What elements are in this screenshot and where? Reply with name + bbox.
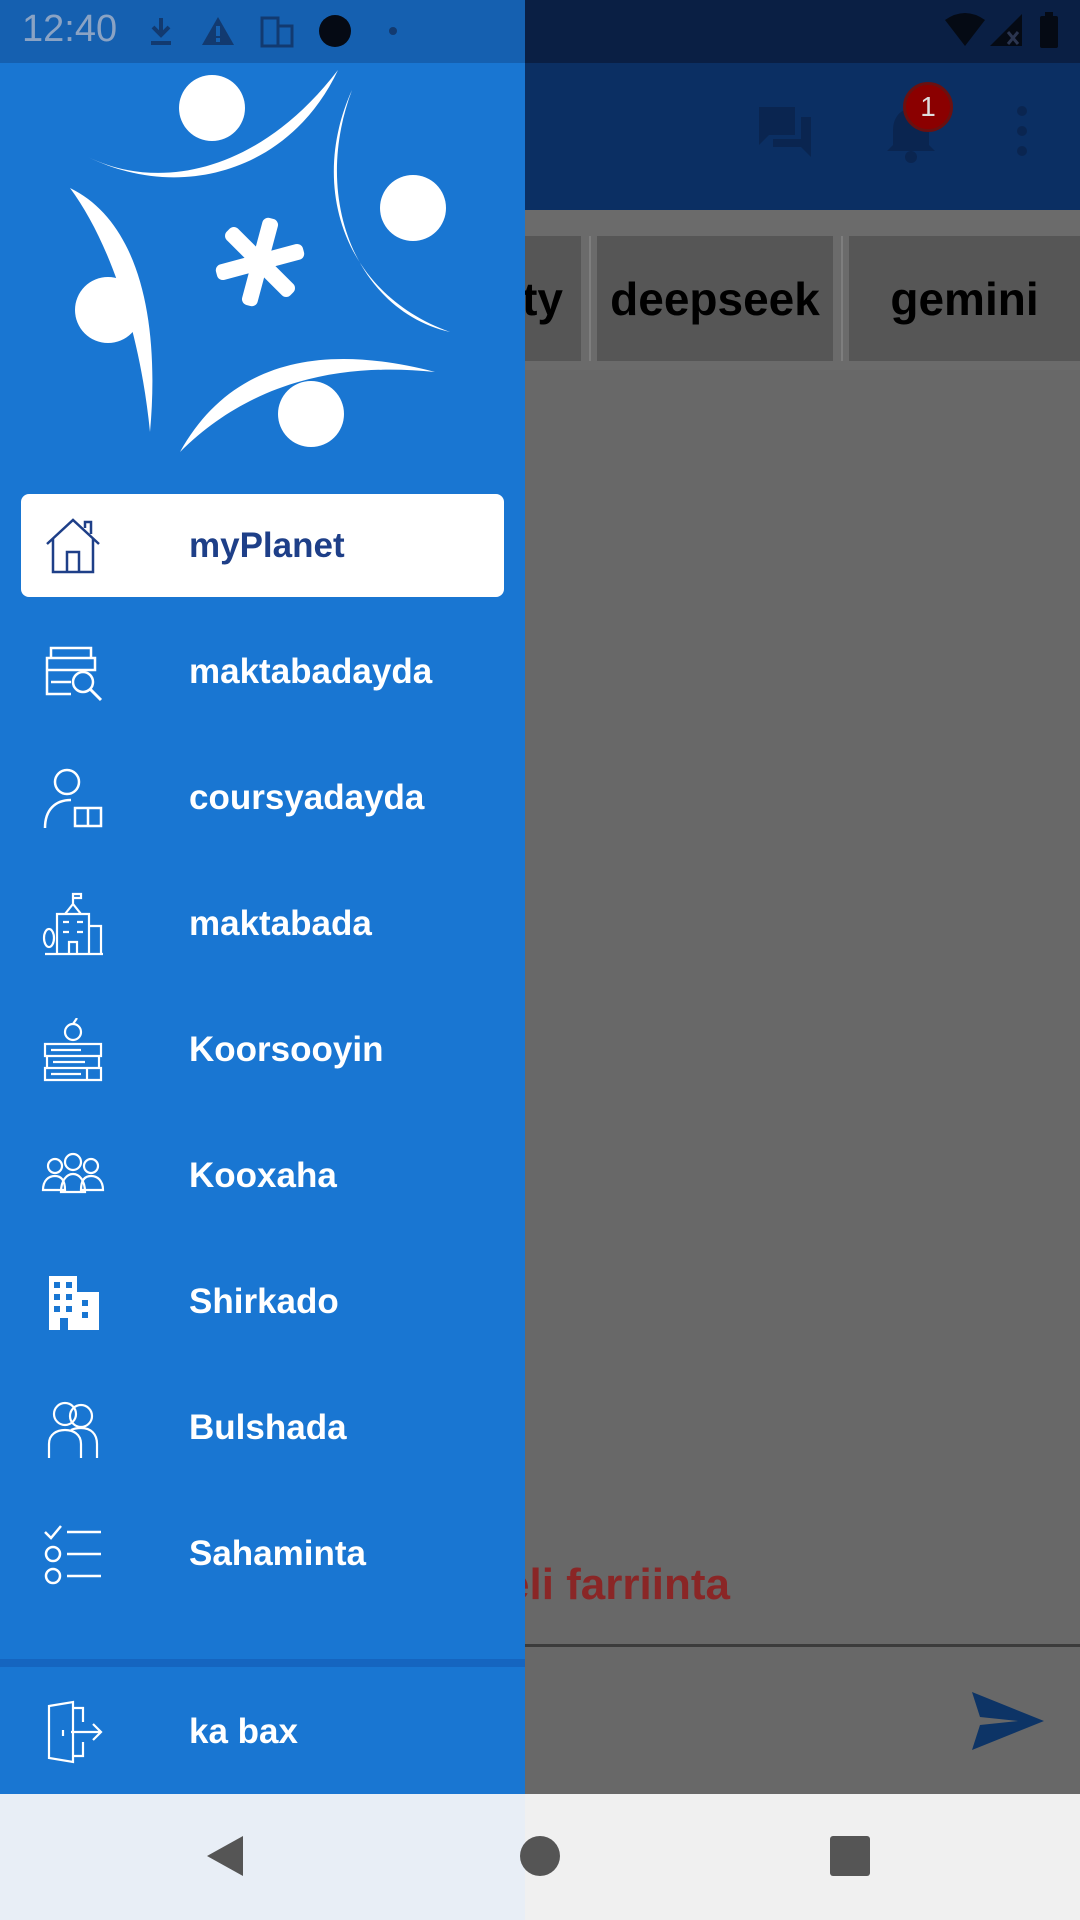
send-icon[interactable] xyxy=(970,1690,1046,1752)
battery-icon xyxy=(1040,12,1058,48)
menu-item-maktabada[interactable]: maktabada xyxy=(21,872,504,975)
menu-label: maktabadayda xyxy=(189,651,433,691)
menu-item-koorsooyin[interactable]: Koorsooyin xyxy=(21,998,504,1101)
download-icon xyxy=(151,18,171,45)
school-building-icon xyxy=(42,892,103,956)
signal-icon xyxy=(990,14,1022,46)
menu-label: coursyadayda xyxy=(189,777,425,817)
menu-label: maktabada xyxy=(189,903,372,943)
survey-checklist-icon xyxy=(44,1525,101,1585)
team-icon xyxy=(41,1152,105,1194)
community-icon xyxy=(47,1401,99,1458)
books-apple-icon xyxy=(43,1018,103,1082)
logout-icon xyxy=(47,1700,103,1764)
library-search-icon xyxy=(45,646,103,702)
menu-label: Sahaminta xyxy=(189,1533,366,1573)
more-vertical-icon[interactable] xyxy=(1010,105,1034,157)
tab-divider xyxy=(589,236,591,361)
wifi-icon xyxy=(945,13,985,46)
logout-button[interactable]: ka bax xyxy=(21,1680,504,1783)
menu-item-shirkado[interactable]: Shirkado xyxy=(21,1250,504,1353)
system-nav-bar xyxy=(0,1794,1080,1920)
menu-item-myplanet[interactable]: myPlanet xyxy=(21,494,504,597)
menu-label: Kooxaha xyxy=(189,1155,337,1195)
home-icon xyxy=(46,518,100,574)
menu-label: Bulshada xyxy=(189,1407,347,1447)
nav-bar-drawer-region xyxy=(0,1794,525,1920)
logout-label: ka bax xyxy=(189,1711,298,1751)
status-time: 12:40 xyxy=(22,8,118,50)
ai-tab-gemini[interactable]: gemini xyxy=(849,236,1080,361)
menu-label: Koorsooyin xyxy=(189,1029,384,1069)
menu-label: Shirkado xyxy=(189,1281,339,1321)
back-icon[interactable] xyxy=(205,1834,245,1878)
recents-icon[interactable] xyxy=(830,1836,870,1876)
warning-icon xyxy=(202,17,234,45)
user-book-icon xyxy=(43,768,103,829)
building-status-icon xyxy=(260,16,294,48)
menu-label: myPlanet xyxy=(189,525,345,565)
menu-item-sahaminta[interactable]: Sahaminta xyxy=(21,1502,504,1605)
menu-item-kooxaha[interactable]: Kooxaha xyxy=(21,1124,504,1227)
home-nav-icon[interactable] xyxy=(519,1835,561,1877)
chat-icon[interactable] xyxy=(755,105,813,159)
menu-item-coursyadayda[interactable]: coursyadayda xyxy=(21,746,504,849)
tab-divider xyxy=(841,236,843,361)
drawer-divider xyxy=(0,1659,525,1667)
enterprise-building-icon xyxy=(49,1276,99,1330)
menu-item-maktabadayda[interactable]: maktabadayda xyxy=(21,620,504,723)
circle-status-icon xyxy=(319,15,351,47)
chat-hint: eli farriinta xyxy=(505,1560,730,1609)
dot-status-icon xyxy=(389,27,397,35)
notification-badge: 1 xyxy=(903,82,953,132)
ai-tab-deepseek[interactable]: deepseek xyxy=(597,236,833,361)
navigation-drawer: 12:40 myPlanet maktabadayda coursyadayda… xyxy=(0,0,525,1794)
menu-item-bulshada[interactable]: Bulshada xyxy=(21,1376,504,1479)
app-logo xyxy=(70,70,450,452)
